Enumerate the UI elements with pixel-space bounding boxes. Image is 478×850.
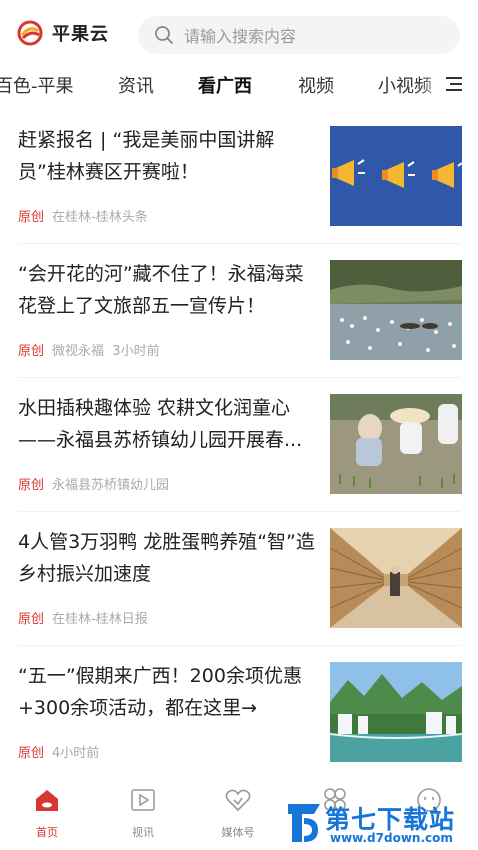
news-source: 在桂林-桂林日报 — [52, 612, 148, 627]
news-title: 水田插秧趣体验 农耕文化润童心——永福县苏桥镇幼儿园开展春... — [18, 397, 303, 451]
nav-label: 媒体号 — [221, 826, 255, 839]
tab-guangxi[interactable]: 看广西 — [198, 72, 252, 98]
channel-tabs: 百色-平果 资讯 看广西 视频 小视频 — [0, 66, 478, 106]
nav-media[interactable]: 媒体号 — [203, 786, 273, 840]
logo-icon — [17, 20, 43, 46]
news-item[interactable]: 赶紧报名 | “我是美丽中国讲解员”桂林赛区开赛啦！ 原创 在桂林-桂林头条 — [0, 112, 478, 244]
news-meta: 原创 微视永福 3小时前 — [18, 340, 160, 359]
tab-baise-pingguo[interactable]: 百色-平果 — [0, 72, 74, 98]
nav-label: 首页 — [36, 826, 58, 839]
tab-news[interactable]: 资讯 — [118, 72, 154, 98]
news-title: “会开花的河”藏不住了！永福海菜花登上了文旅部五一宣传片！ — [18, 263, 304, 317]
original-tag: 原创 — [18, 478, 45, 493]
news-source: 永福县苏桥镇幼儿园 — [52, 478, 170, 493]
planting-thumbnail — [330, 394, 462, 494]
menu-icon[interactable] — [442, 74, 462, 96]
nav-video[interactable]: 视讯 — [108, 786, 178, 840]
app-title: 平果云 — [52, 24, 109, 45]
watermark-logo-icon — [288, 804, 320, 842]
news-item[interactable]: 水田插秧趣体验 农耕文化润童心——永福县苏桥镇幼儿园开展春... 原创 永福县苏桥… — [0, 380, 478, 512]
search-input[interactable]: 请输入搜索内容 — [138, 16, 460, 54]
news-source: 在桂林-桂林头条 — [52, 210, 148, 225]
news-time: 3小时前 — [112, 344, 160, 359]
news-source: 微视永福 — [52, 344, 105, 359]
news-title: “五一”假期来广西！200余项优惠+300余项活动，都在这里→ — [18, 665, 302, 719]
news-meta: 原创 4小时前 — [18, 742, 99, 761]
nav-home[interactable]: 首页 — [12, 786, 82, 840]
home-icon — [36, 790, 58, 811]
watermark-url: www.d7down.com — [330, 831, 453, 845]
original-tag: 原创 — [18, 746, 45, 761]
news-item[interactable]: “会开花的河”藏不住了！永福海菜花登上了文旅部五一宣传片！ 原创 微视永福 3小时… — [0, 246, 478, 378]
app-logo[interactable]: 平果云 — [17, 20, 109, 46]
duck-farm-thumbnail — [330, 528, 462, 628]
download-site-watermark: 第七下载站 www.d7down.com — [280, 796, 478, 850]
news-item[interactable]: 4人管3万羽鸭 龙胜蛋鸭养殖“智”造乡村振兴加速度 原创 在桂林-桂林日报 — [0, 514, 478, 646]
news-meta: 原创 在桂林-桂林头条 — [18, 206, 148, 225]
news-time: 4小时前 — [52, 746, 100, 761]
news-meta: 原创 在桂林-桂林日报 — [18, 608, 148, 627]
news-meta: 原创 永福县苏桥镇幼儿园 — [18, 474, 169, 493]
divider — [18, 377, 460, 378]
news-item[interactable]: “五一”假期来广西！200余项优惠+300余项活动，都在这里→ 原创 4小时前 — [0, 648, 478, 780]
divider — [18, 645, 460, 646]
tab-video[interactable]: 视频 — [298, 72, 334, 98]
original-tag: 原创 — [18, 612, 45, 627]
original-tag: 原创 — [18, 344, 45, 359]
waterfall-thumbnail — [330, 662, 462, 762]
app-header: 平果云 请输入搜索内容 — [0, 0, 478, 66]
search-placeholder: 请输入搜索内容 — [184, 27, 297, 46]
nav-label: 视讯 — [132, 826, 154, 839]
heart-icon — [225, 789, 251, 812]
original-tag: 原创 — [18, 210, 45, 225]
divider — [18, 511, 460, 512]
megaphone-thumbnail — [330, 126, 462, 226]
divider — [18, 243, 460, 244]
news-title: 赶紧报名 | “我是美丽中国讲解员”桂林赛区开赛啦！ — [18, 129, 275, 183]
river-thumbnail — [330, 260, 462, 360]
play-icon — [131, 789, 155, 811]
news-title: 4人管3万羽鸭 龙胜蛋鸭养殖“智”造乡村振兴加速度 — [18, 531, 315, 585]
search-icon — [155, 26, 173, 44]
